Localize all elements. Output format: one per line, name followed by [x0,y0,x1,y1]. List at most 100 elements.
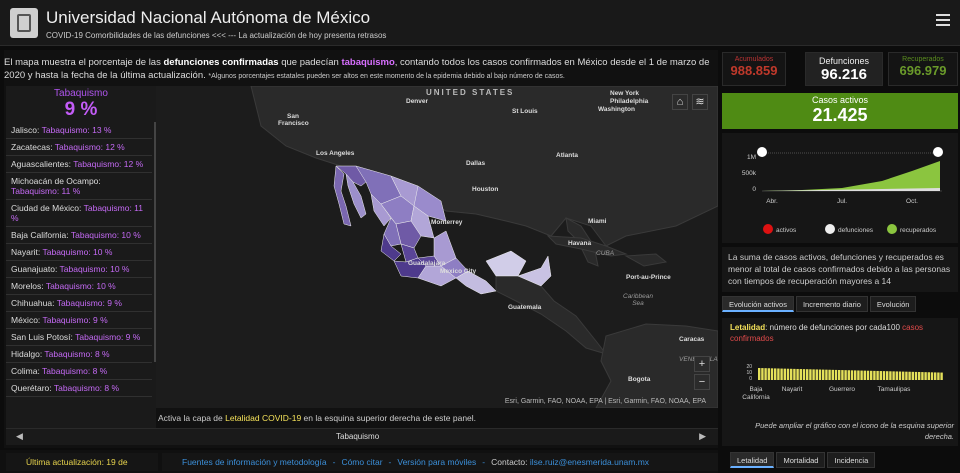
previous-arrow-icon[interactable]: ◀ [16,431,23,442]
letalidad-bar[interactable] [854,370,857,380]
state-value: Tabaquismo: 12 % [54,142,125,152]
letalidad-bar[interactable] [892,371,895,380]
letalidad-bar[interactable] [905,371,908,380]
letalidad-bar[interactable] [921,372,924,380]
state-list-item[interactable]: Michoacán de Ocampo: Tabaquismo: 11 % [6,173,152,200]
letalidad-bar[interactable] [911,371,914,380]
state-list-item[interactable]: Colima: Tabaquismo: 8 % [6,363,152,380]
letalidad-bar[interactable] [930,372,934,380]
letalidad-bar[interactable] [924,372,927,380]
map-label-havana: Havana [568,240,592,247]
letalidad-bar[interactable] [902,371,905,380]
map-view[interactable]: UNITED STATES New York Philadelphia Wash… [156,86,718,408]
state-list-item[interactable]: Querétaro: Tabaquismo: 8 % [6,380,152,397]
contact-email-link[interactable]: ilse.ruiz@enesmerida.unam.mx [530,457,649,467]
tab-2[interactable]: Evolución [869,296,917,312]
letalidad-bar[interactable] [767,368,770,380]
letalidad-bar[interactable] [786,368,790,380]
letalidad-bar[interactable] [802,369,806,380]
letalidad-chart[interactable]: 20100 BajaCaliforniaNayarit Guerrero Tamau… [722,356,958,416]
letalidad-bar[interactable] [934,372,937,380]
state-list-item[interactable]: Ciudad de México: Tabaquismo: 11 % [6,200,152,227]
next-arrow-icon[interactable]: ▶ [699,431,706,442]
state-list-item[interactable]: Guanajuato: Tabaquismo: 10 % [6,261,152,278]
letalidad-bar[interactable] [828,369,831,380]
state-list-item[interactable]: Nayarit: Tabaquismo: 10 % [6,244,152,261]
letalidad-bar[interactable] [886,371,889,380]
tab-1[interactable]: Incremento diario [795,296,868,312]
state-list-item[interactable]: Baja California: Tabaquismo: 10 % [6,227,152,244]
letalidad-bar[interactable] [825,369,828,380]
letalidad-bar[interactable] [838,370,841,380]
letalidad-bar[interactable] [809,369,812,380]
letalidad-bar[interactable] [790,368,793,380]
letalidad-bar[interactable] [937,372,940,380]
letalidad-bar[interactable] [882,371,886,380]
state-list-item[interactable]: Jalisco: Tabaquismo: 13 % [6,122,152,139]
letalidad-bar[interactable] [777,368,780,380]
state-list-item[interactable]: México: Tabaquismo: 9 % [6,312,152,329]
letalidad-bar[interactable] [847,370,850,380]
state-list-item[interactable]: Chihuahua: Tabaquismo: 9 % [6,295,152,312]
layers-icon[interactable]: ≋ [692,94,708,110]
home-icon[interactable]: ⌂ [672,94,688,110]
letalidad-bar[interactable] [761,368,764,380]
state-list-item[interactable]: Hidalgo: Tabaquismo: 8 % [6,346,152,363]
letalidad-bar[interactable] [793,368,796,380]
letalidad-bar[interactable] [783,368,786,380]
trend-chart[interactable]: 1M 500k 0 Abr. Jul. Oct. activos defunciones r… [722,133,958,243]
state-list-item[interactable]: San Luis Potosí: Tabaquismo: 9 % [6,329,152,346]
letalidad-bar[interactable] [927,372,930,380]
letalidad-bar[interactable] [898,371,902,380]
letalidad-bar[interactable] [764,368,767,380]
state-list[interactable]: Jalisco: Tabaquismo: 13 % Zacatecas: Taba… [6,122,152,397]
list-header: Tabaquismo 9 % [6,86,156,121]
letalidad-bar[interactable] [796,368,799,380]
letalidad-bar[interactable] [834,369,838,380]
letalidad-bar[interactable] [870,370,873,380]
letalidad-bar[interactable] [879,371,882,380]
letalidad-bar[interactable] [857,370,860,380]
letalidad-bar[interactable] [806,369,809,380]
letalidad-bar[interactable] [780,368,783,380]
letalidad-bar[interactable] [889,371,892,380]
bottom-tab-1[interactable]: Mortalidad [776,452,826,468]
letalidad-bar[interactable] [914,371,918,380]
letalidad-bar[interactable] [873,370,876,380]
link-cite[interactable]: Cómo citar [341,457,382,467]
letalidad-bar[interactable] [918,372,921,380]
letalidad-bar[interactable] [895,371,898,380]
state-list-item[interactable]: Morelos: Tabaquismo: 10 % [6,278,152,295]
state-list-item[interactable]: Aguascalientes: Tabaquismo: 12 % [6,156,152,173]
link-sources[interactable]: Fuentes de información y metodología [182,457,327,467]
map-label-bogota: Bogota [628,376,651,383]
state-name: Zacatecas: [11,142,55,152]
letalidad-bar[interactable] [940,372,943,380]
zoom-in-button[interactable]: + [694,356,710,372]
letalidad-bar[interactable] [860,370,863,380]
zoom-out-button[interactable]: − [694,374,710,390]
letalidad-bar[interactable] [863,370,866,380]
letalidad-bar[interactable] [841,370,844,380]
letalidad-bar[interactable] [908,371,911,380]
letalidad-bar[interactable] [770,368,774,380]
letalidad-bar[interactable] [812,369,815,380]
letalidad-bar[interactable] [876,370,879,380]
letalidad-bar[interactable] [850,370,854,380]
letalidad-bar[interactable] [815,369,818,380]
letalidad-bar[interactable] [774,368,777,380]
link-mobile[interactable]: Versión para móviles [397,457,476,467]
letalidad-bar[interactable] [818,369,822,380]
y-tick-label: 500k [742,170,757,177]
letalidad-bar[interactable] [799,369,802,380]
tab-0[interactable]: Evolución activos [722,296,794,312]
letalidad-bar[interactable] [831,369,834,380]
menu-icon[interactable] [936,14,950,28]
letalidad-bar[interactable] [844,370,847,380]
letalidad-bar[interactable] [866,370,870,380]
state-list-item[interactable]: Zacatecas: Tabaquismo: 12 % [6,139,152,156]
bottom-tab-0[interactable]: Letalidad [730,452,775,468]
bottom-tab-2[interactable]: Incidencia [827,452,876,468]
letalidad-bar[interactable] [822,369,825,380]
letalidad-bar[interactable] [758,368,761,380]
